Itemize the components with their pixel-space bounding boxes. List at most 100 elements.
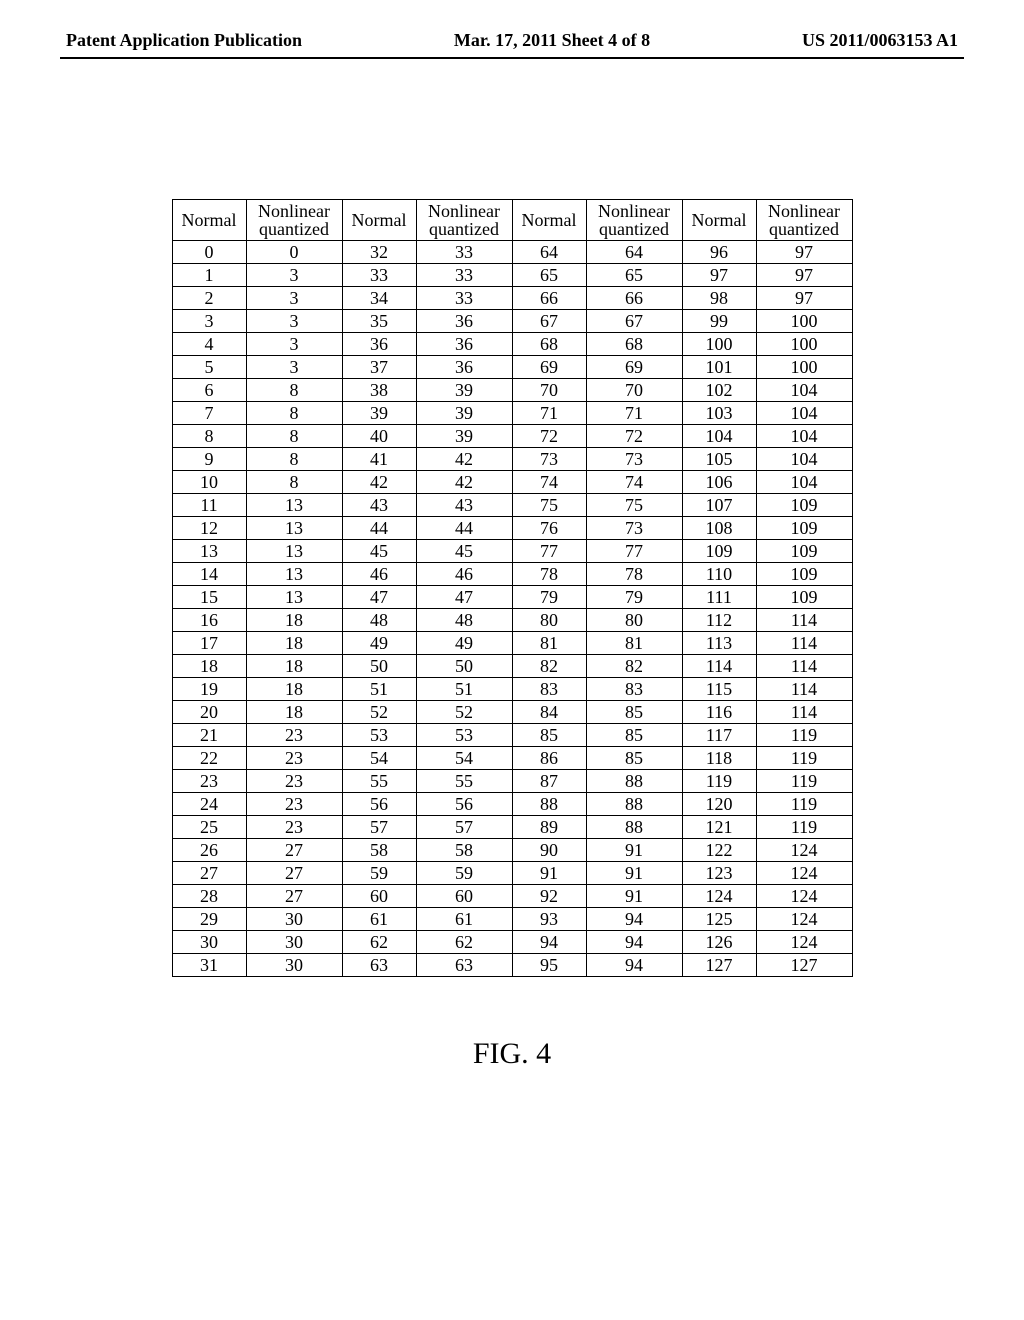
cell: 18 (246, 701, 342, 724)
cell: 3 (172, 310, 246, 333)
cell: 123 (682, 862, 756, 885)
col-nonlinear-1: Nonlinearquantized (246, 200, 342, 241)
cell: 8 (246, 425, 342, 448)
table-header-row: Normal Nonlinearquantized Normal Nonline… (172, 200, 852, 241)
cell: 23 (246, 724, 342, 747)
cell: 80 (586, 609, 682, 632)
table-row: 262758589091122124 (172, 839, 852, 862)
table-row: 252357578988121119 (172, 816, 852, 839)
page: Patent Application Publication Mar. 17, … (0, 0, 1024, 1320)
cell: 22 (172, 747, 246, 770)
cell: 27 (172, 862, 246, 885)
cell: 115 (682, 678, 756, 701)
cell: 62 (416, 931, 512, 954)
table-body: 0032336464969713333365659797233433666698… (172, 241, 852, 977)
cell: 13 (246, 586, 342, 609)
cell: 39 (416, 425, 512, 448)
cell: 59 (416, 862, 512, 885)
header-left: Patent Application Publication (66, 30, 302, 51)
cell: 38 (342, 379, 416, 402)
cell: 119 (682, 770, 756, 793)
cell: 80 (512, 609, 586, 632)
cell: 23 (246, 793, 342, 816)
cell: 29 (172, 908, 246, 931)
table-row: 171849498181113114 (172, 632, 852, 655)
cell: 97 (756, 264, 852, 287)
cell: 20 (172, 701, 246, 724)
cell: 61 (342, 908, 416, 931)
cell: 108 (682, 517, 756, 540)
cell: 2 (172, 287, 246, 310)
cell: 85 (586, 724, 682, 747)
cell: 43 (342, 494, 416, 517)
cell: 65 (512, 264, 586, 287)
cell: 73 (512, 448, 586, 471)
cell: 50 (342, 655, 416, 678)
cell: 3 (246, 264, 342, 287)
cell: 104 (756, 402, 852, 425)
cell: 13 (246, 563, 342, 586)
table-row: 8840397272104104 (172, 425, 852, 448)
cell: 91 (586, 885, 682, 908)
cell: 70 (586, 379, 682, 402)
cell: 85 (586, 747, 682, 770)
cell: 5 (172, 356, 246, 379)
cell: 17 (172, 632, 246, 655)
cell: 91 (512, 862, 586, 885)
cell: 27 (246, 862, 342, 885)
cell: 49 (342, 632, 416, 655)
cell: 52 (342, 701, 416, 724)
cell: 62 (342, 931, 416, 954)
cell: 13 (246, 494, 342, 517)
cell: 97 (756, 287, 852, 310)
table-row: 10842427474106104 (172, 471, 852, 494)
cell: 73 (586, 517, 682, 540)
cell: 114 (756, 655, 852, 678)
cell: 109 (756, 494, 852, 517)
table-row: 333536676799100 (172, 310, 852, 333)
cell: 60 (416, 885, 512, 908)
cell: 85 (512, 724, 586, 747)
cell: 125 (682, 908, 756, 931)
cell: 45 (342, 540, 416, 563)
col-nonlinear-4: Nonlinearquantized (756, 200, 852, 241)
cell: 71 (512, 402, 586, 425)
table-row: 201852528485116114 (172, 701, 852, 724)
cell: 15 (172, 586, 246, 609)
cell: 53 (416, 724, 512, 747)
cell: 32 (342, 241, 416, 264)
cell: 63 (416, 954, 512, 977)
cell: 97 (682, 264, 756, 287)
cell: 114 (756, 678, 852, 701)
cell: 8 (172, 425, 246, 448)
cell: 39 (342, 402, 416, 425)
cell: 124 (756, 839, 852, 862)
cell: 56 (416, 793, 512, 816)
cell: 48 (342, 609, 416, 632)
cell: 88 (586, 816, 682, 839)
cell: 42 (416, 471, 512, 494)
cell: 114 (756, 701, 852, 724)
header-center: Mar. 17, 2011 Sheet 4 of 8 (454, 30, 650, 51)
cell: 24 (172, 793, 246, 816)
cell: 57 (342, 816, 416, 839)
header-right: US 2011/0063153 A1 (802, 30, 958, 51)
cell: 23 (172, 770, 246, 793)
cell: 36 (342, 333, 416, 356)
cell: 18 (246, 609, 342, 632)
table-row: 181850508282114114 (172, 655, 852, 678)
cell: 94 (586, 908, 682, 931)
col-nonlinear-2: Nonlinearquantized (416, 200, 512, 241)
cell: 18 (246, 655, 342, 678)
cell: 13 (246, 540, 342, 563)
cell: 109 (756, 540, 852, 563)
cell: 99 (682, 310, 756, 333)
cell: 44 (342, 517, 416, 540)
cell: 88 (512, 793, 586, 816)
cell: 75 (586, 494, 682, 517)
cell: 56 (342, 793, 416, 816)
cell: 42 (416, 448, 512, 471)
cell: 26 (172, 839, 246, 862)
cell: 100 (756, 310, 852, 333)
table-row: 303062629494126124 (172, 931, 852, 954)
